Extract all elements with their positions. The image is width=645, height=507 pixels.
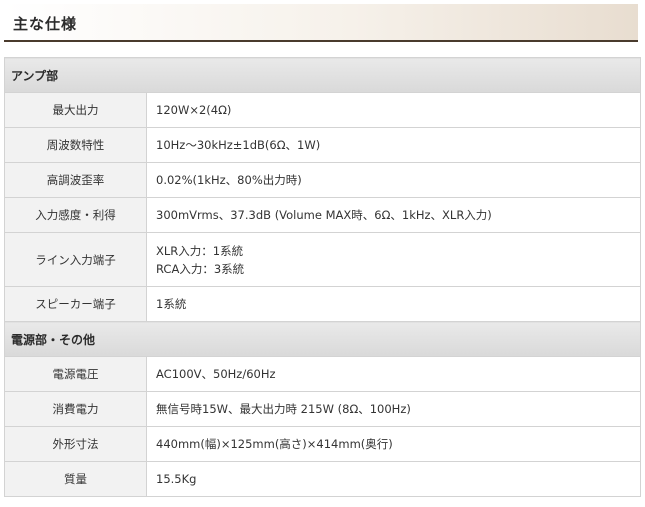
spec-table: アンプ部 最大出力 120W×2(4Ω) 周波数特性 10Hz～30kHz±1d… (3, 57, 642, 497)
spec-label: ライン入力端子 (4, 232, 147, 287)
spec-row-input-sensitivity: 入力感度・利得 300mVrms、37.3dB (Volume MAX時、6Ω、… (4, 197, 642, 233)
spec-row-thd: 高調波歪率 0.02%(1kHz、80%出力時) (4, 162, 642, 198)
spec-value: 15.5Kg (145, 461, 642, 497)
spec-value-multiline: XLR入力：1系統 RCA入力：3系統 (145, 232, 642, 287)
spec-label: 質量 (4, 461, 147, 497)
spec-row-speaker-terminal: スピーカー端子 1系統 (4, 286, 642, 322)
spec-value-line: RCA入力：3系統 (156, 261, 245, 276)
spec-value: AC100V、50Hz/60Hz (145, 356, 642, 392)
spec-label: 高調波歪率 (4, 162, 147, 198)
spec-row-max-output: 最大出力 120W×2(4Ω) (4, 92, 642, 128)
spec-label: 周波数特性 (4, 127, 147, 163)
spec-label: 消費電力 (4, 391, 147, 427)
spec-row-line-input: ライン入力端子 XLR入力：1系統 RCA入力：3系統 (4, 232, 642, 287)
spec-row-weight: 質量 15.5Kg (4, 461, 642, 497)
spec-label: 入力感度・利得 (4, 197, 147, 233)
spec-value: 1系統 (145, 286, 642, 322)
spec-value: 300mVrms、37.3dB (Volume MAX時、6Ω、1kHz、XLR… (145, 197, 642, 233)
spec-value: 0.02%(1kHz、80%出力時) (145, 162, 642, 198)
section-header-power: 電源部・その他 (3, 321, 642, 357)
spec-row-dimensions: 外形寸法 440mm(幅)×125mm(高さ)×414mm(奥行) (4, 426, 642, 462)
section-title: 電源部・その他 (3, 321, 642, 357)
spec-row-frequency-response: 周波数特性 10Hz～30kHz±1dB(6Ω、1W) (4, 127, 642, 163)
spec-row-power-consumption: 消費電力 無信号時15W、最大出力時 215W (8Ω、100Hz) (4, 391, 642, 427)
section-title: アンプ部 (3, 57, 642, 93)
spec-value: 無信号時15W、最大出力時 215W (8Ω、100Hz) (145, 391, 642, 427)
spec-row-power-voltage: 電源電圧 AC100V、50Hz/60Hz (4, 356, 642, 392)
spec-label: 最大出力 (4, 92, 147, 128)
spec-value: 120W×2(4Ω) (145, 92, 642, 128)
spec-label: 電源電圧 (4, 356, 147, 392)
section-header-amp: アンプ部 (3, 57, 642, 93)
page-header: 主な仕様 (4, 4, 638, 42)
spec-label: 外形寸法 (4, 426, 147, 462)
page-title: 主な仕様 (13, 15, 78, 33)
spec-label: スピーカー端子 (4, 286, 147, 322)
spec-value: 10Hz～30kHz±1dB(6Ω、1W) (145, 127, 642, 163)
spec-value-line: XLR入力：1系統 (156, 243, 244, 258)
spec-value: 440mm(幅)×125mm(高さ)×414mm(奥行) (145, 426, 642, 462)
